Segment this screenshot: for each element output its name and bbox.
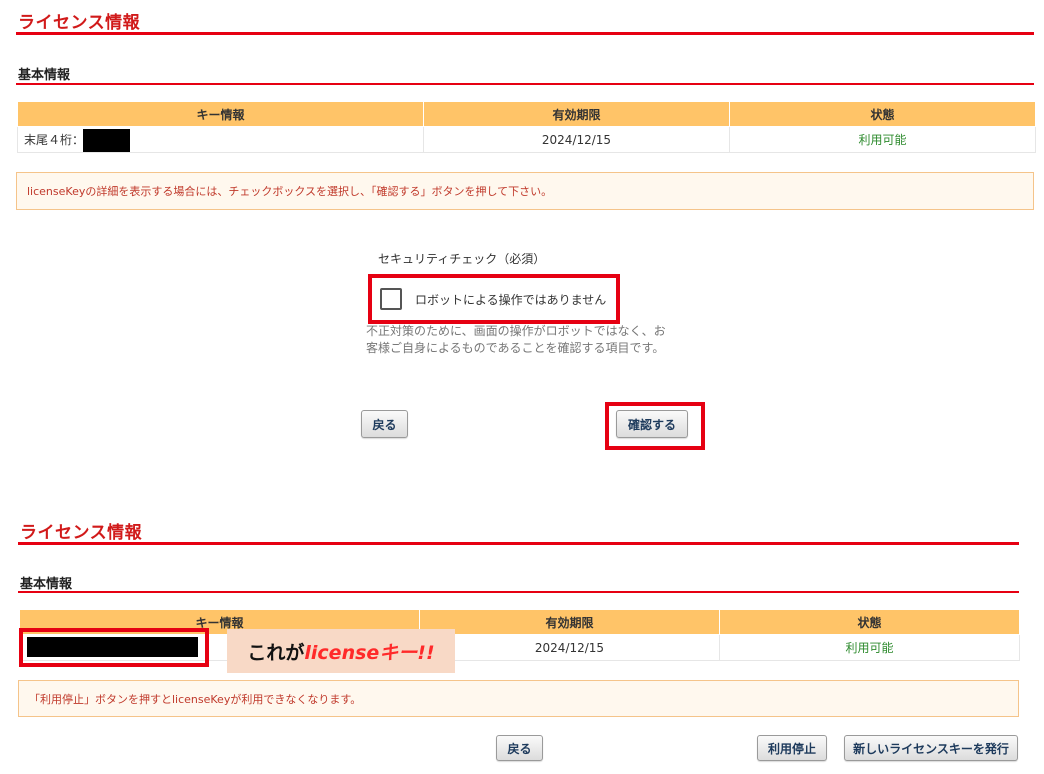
security-description: 不正対策のために、画面の操作がロボットではなく、お 客様ご自身によるものであるこ…	[366, 323, 666, 357]
back-button[interactable]: 戻る	[361, 410, 408, 438]
status-cell: 利用可能	[719, 634, 1020, 661]
license-table: キー情報 有効期限 状態 末尾４桁： 2024/12/15 利用可能	[17, 101, 1036, 153]
robot-checkbox-label: ロボットによる操作ではありません	[415, 293, 607, 307]
table-header-row: キー情報 有効期限 状態	[17, 101, 1036, 127]
notice-text: 「利用停止」ボタンを押すとlicenseKeyが利用できなくなります。	[29, 692, 362, 706]
security-description-line: 客様ご自身によるものであることを確認する項目です。	[366, 341, 665, 355]
expiry-cell: 2024/12/15	[423, 126, 730, 153]
table-row: 末尾４桁： 2024/12/15 利用可能	[17, 126, 1036, 153]
key-cell: 末尾４桁：	[17, 126, 424, 153]
section-title-rule	[16, 32, 1034, 35]
subsection-title: 基本情報	[20, 577, 73, 592]
column-header-status: 状態	[729, 101, 1036, 127]
callout-emphasis: licenseキー!!	[304, 641, 435, 664]
section-title-rule	[18, 542, 1019, 545]
status-cell: 利用可能	[729, 126, 1036, 153]
column-header-status: 状態	[719, 609, 1020, 635]
section-title: ライセンス情報	[20, 523, 143, 543]
notice-box: 「利用停止」ボタンを押すとlicenseKeyが利用できなくなります。	[18, 680, 1019, 717]
confirm-button[interactable]: 確認する	[616, 410, 688, 438]
suspend-button[interactable]: 利用停止	[757, 735, 827, 761]
back-button[interactable]: 戻る	[496, 735, 543, 761]
notice-text: licenseKeyの詳細を表示する場合には、チェックボックスを選択し、「確認す…	[27, 185, 553, 198]
expiry-cell: 2024/12/15	[419, 634, 720, 661]
robot-checkbox[interactable]	[380, 288, 402, 310]
subsection-rule	[18, 591, 1019, 593]
section-title: ライセンス情報	[18, 13, 141, 33]
key-suffix-label: 末尾４桁：	[24, 133, 85, 147]
security-description-line: 不正対策のために、画面の操作がロボットではなく、お	[366, 324, 666, 338]
column-header-key: キー情報	[17, 101, 424, 127]
callout-text: これが	[247, 641, 305, 664]
column-header-expiry: 有効期限	[419, 609, 720, 635]
column-header-expiry: 有効期限	[423, 101, 730, 127]
redacted-key-block	[27, 637, 198, 657]
security-check-title: セキュリティチェック（必須）	[378, 252, 546, 266]
issue-new-key-button[interactable]: 新しいライセンスキーを発行	[844, 735, 1018, 761]
redacted-key-block	[83, 129, 130, 152]
subsection-rule	[16, 83, 1034, 85]
license-key-callout: これが licenseキー!!	[227, 629, 455, 673]
notice-box: licenseKeyの詳細を表示する場合には、チェックボックスを選択し、「確認す…	[16, 172, 1034, 210]
subsection-title: 基本情報	[18, 68, 71, 83]
